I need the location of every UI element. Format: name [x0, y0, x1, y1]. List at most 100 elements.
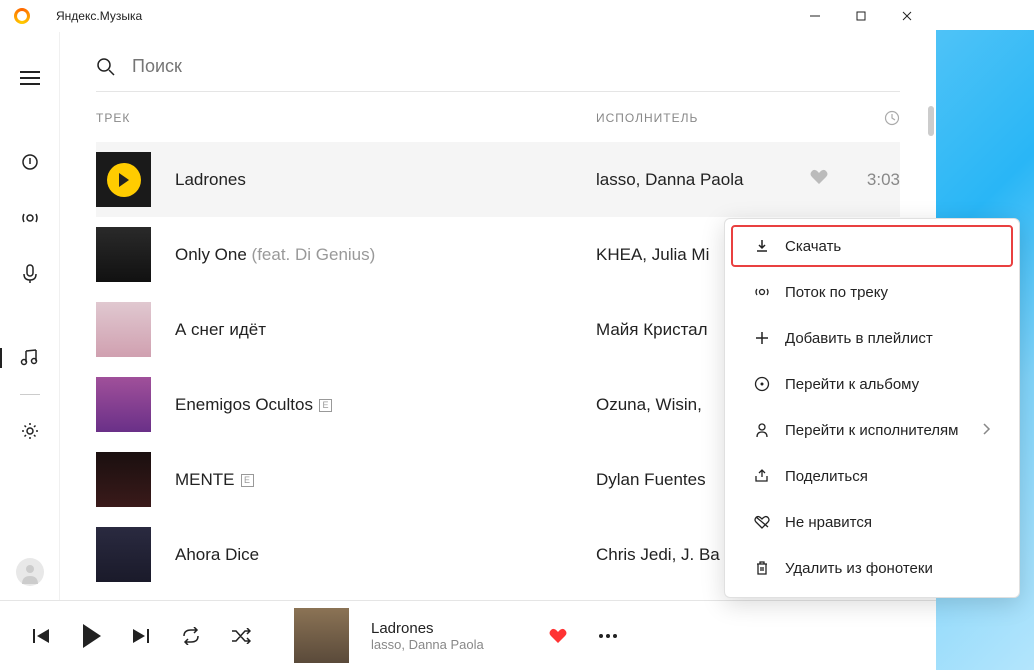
scrollbar-thumb[interactable] [928, 106, 934, 136]
next-icon [133, 629, 149, 643]
player-artists: lasso, Danna Paola [371, 637, 484, 652]
track-cover [96, 227, 151, 282]
track-cover [96, 377, 151, 432]
avatar-icon [16, 558, 44, 586]
sidebar-item-library[interactable] [0, 334, 60, 382]
download-icon [753, 239, 771, 253]
play-icon [81, 624, 101, 648]
track-title: Ladrones [151, 170, 596, 190]
heart-filled-icon [549, 628, 567, 644]
menu-item-download[interactable]: Скачать [731, 225, 1013, 267]
menu-label: Поделиться [785, 468, 868, 485]
mic-icon [21, 264, 39, 284]
menu-item-stream[interactable]: Поток по треку [733, 271, 1011, 313]
menu-label: Перейти к исполнителям [785, 422, 959, 439]
prev-track-button[interactable] [20, 615, 62, 657]
album-icon [753, 376, 771, 392]
share-icon [753, 469, 771, 483]
columns-header: ТРЕК ИСПОЛНИТЕЛЬ [96, 92, 900, 142]
shuffle-icon [231, 628, 251, 644]
search-bar [96, 50, 900, 92]
trash-icon [753, 560, 771, 576]
play-button[interactable] [107, 163, 141, 197]
menu-item-goto-album[interactable]: Перейти к альбому [733, 363, 1011, 405]
user-avatar[interactable] [16, 558, 44, 586]
maximize-icon [856, 11, 866, 21]
music-icon [20, 349, 40, 367]
close-icon [902, 11, 912, 21]
repeat-button[interactable] [170, 615, 212, 657]
track-artist: lasso, Danna Paola [596, 170, 810, 190]
artist-icon [753, 422, 771, 438]
more-icon [598, 633, 618, 639]
maximize-button[interactable] [838, 0, 884, 32]
player-track-title: Ladrones [371, 620, 484, 637]
plus-icon [753, 331, 771, 345]
column-artist-header: ИСПОЛНИТЕЛЬ [596, 111, 840, 125]
sidebar-item-settings[interactable] [0, 407, 60, 455]
menu-label: Добавить в плейлист [785, 330, 933, 347]
shuffle-button[interactable] [220, 615, 262, 657]
sidebar [0, 32, 60, 600]
minimize-icon [810, 11, 820, 21]
like-button[interactable] [810, 169, 850, 190]
track-cover [96, 452, 151, 507]
column-duration-header [840, 110, 900, 126]
track-title: Enemigos OcultosE [151, 395, 596, 415]
search-icon [96, 57, 116, 77]
sidebar-item-radio[interactable] [0, 194, 60, 242]
menu-label: Удалить из фонотеки [785, 560, 933, 577]
titlebar: Яндекс.Музыка [0, 0, 936, 32]
player-info: Ladrones lasso, Danna Paola [371, 620, 484, 652]
close-button[interactable] [884, 0, 930, 32]
next-track-button[interactable] [120, 615, 162, 657]
track-title: Ahora Dice [151, 545, 596, 565]
menu-label: Не нравится [785, 514, 872, 531]
stream-icon [753, 284, 771, 300]
minimize-button[interactable] [792, 0, 838, 32]
menu-item-remove[interactable]: Удалить из фонотеки [733, 547, 1011, 589]
clock-icon [884, 110, 900, 126]
track-cover [96, 302, 151, 357]
sidebar-divider [20, 394, 40, 395]
menu-item-goto-artists[interactable]: Перейти к исполнителям [733, 409, 1011, 451]
player-bar: Ladrones lasso, Danna Paola [0, 600, 936, 670]
track-duration: 3:03 [850, 170, 900, 190]
menu-toggle-button[interactable] [0, 54, 60, 102]
sidebar-item-podcast[interactable] [0, 250, 60, 298]
track-title: А снег идёт [151, 320, 596, 340]
radio-icon [20, 208, 40, 228]
menu-label: Поток по треку [785, 284, 888, 301]
note-wave-icon [20, 152, 40, 172]
heart-icon [810, 169, 828, 185]
context-menu: Скачать Поток по треку Добавить в плейли… [724, 218, 1020, 598]
app-title: Яндекс.Музыка [56, 9, 142, 23]
track-title: MENTEE [151, 470, 596, 490]
chevron-right-icon [983, 422, 991, 439]
track-cover[interactable] [96, 152, 151, 207]
player-like-button[interactable] [537, 615, 579, 657]
play-icon [118, 173, 130, 187]
search-input[interactable] [132, 56, 900, 77]
sidebar-item-home[interactable] [0, 138, 60, 186]
dislike-icon [753, 515, 771, 529]
column-track-header: ТРЕК [96, 111, 596, 125]
gear-icon [20, 421, 40, 441]
repeat-icon [181, 627, 201, 645]
player-more-button[interactable] [587, 615, 629, 657]
track-row[interactable]: Ladrones lasso, Danna Paola 3:03 [96, 142, 900, 217]
hamburger-icon [20, 71, 40, 85]
track-cover [96, 527, 151, 582]
track-title: Only One (feat. Di Genius) [151, 245, 596, 265]
app-logo-icon [14, 8, 30, 24]
menu-label: Перейти к альбому [785, 376, 919, 393]
menu-item-dislike[interactable]: Не нравится [733, 501, 1011, 543]
explicit-badge: E [319, 399, 332, 412]
menu-item-add-playlist[interactable]: Добавить в плейлист [733, 317, 1011, 359]
prev-icon [33, 629, 49, 643]
play-pause-button[interactable] [70, 615, 112, 657]
menu-label: Скачать [785, 238, 841, 255]
player-cover[interactable] [294, 608, 349, 663]
menu-item-share[interactable]: Поделиться [733, 455, 1011, 497]
explicit-badge: E [241, 474, 254, 487]
